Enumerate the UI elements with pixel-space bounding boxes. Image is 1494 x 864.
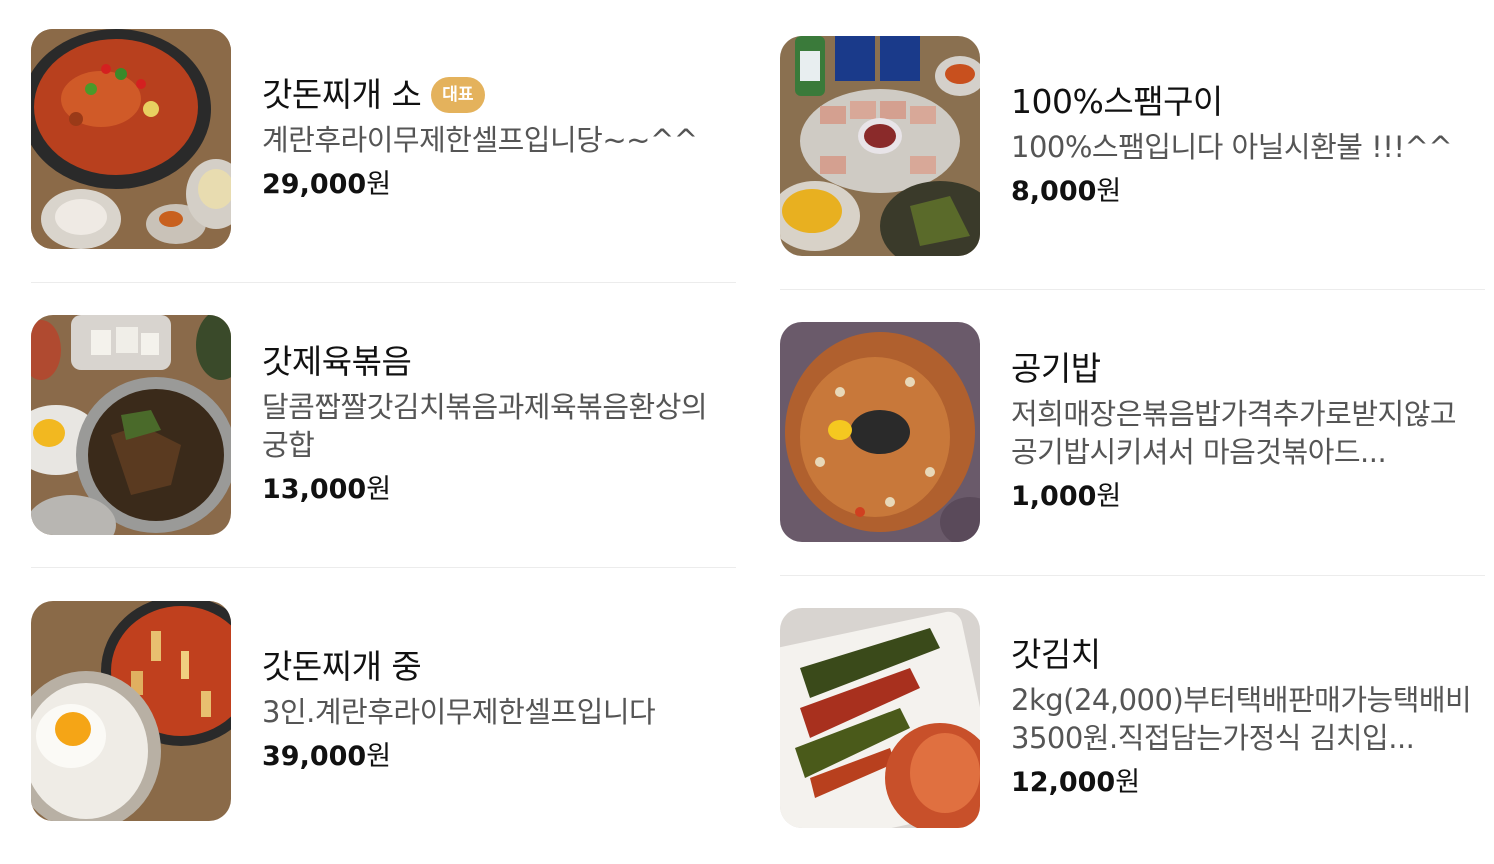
menu-item-name: 갓제육볶음 bbox=[262, 342, 412, 381]
menu-item-description: 달콤짭짤갓김치볶음과제육볶음환상의궁합 bbox=[262, 390, 708, 462]
menu-item[interactable]: 갓돈찌개 소 대표 계란후라이무제한셀프입니당~~^^ 29,000원 bbox=[31, 29, 736, 249]
menu-item-photo bbox=[780, 322, 980, 542]
price-unit: 원 bbox=[366, 169, 392, 200]
menu-item-description: 100%스팸입니다 아닐시환불 !!!^^ bbox=[1011, 130, 1453, 164]
menu-item-photo bbox=[780, 36, 980, 256]
divider bbox=[780, 289, 1485, 290]
divider bbox=[31, 567, 736, 568]
price-value: 8,000 bbox=[1011, 176, 1097, 207]
menu-item-info: 공기밥 저희매장은볶음밥가격추가로받지않고공기밥시키셔서 마음것볶아드... 1… bbox=[1011, 347, 1485, 517]
price-value: 12,000 bbox=[1011, 767, 1116, 798]
price-unit: 원 bbox=[366, 474, 392, 505]
menu-item-photo bbox=[31, 29, 231, 249]
price-value: 29,000 bbox=[262, 169, 367, 200]
menu-item-name: 갓돈찌개 중 bbox=[262, 647, 422, 686]
menu-item-description: 저희매장은볶음밥가격추가로받지않고공기밥시키셔서 마음것볶아드... bbox=[1011, 397, 1457, 469]
menu-item[interactable]: 갓제육볶음 달콤짭짤갓김치볶음과제육볶음환상의궁합 13,000원 bbox=[31, 315, 736, 535]
menu-item[interactable]: 갓돈찌개 중 3인.계란후라이무제한셀프입니다 39,000원 bbox=[31, 601, 736, 821]
menu-item-photo bbox=[780, 608, 980, 828]
price-value: 39,000 bbox=[262, 741, 367, 772]
menu-item-info: 갓김치 2kg(24,000)부터택배판매가능택배비3500원.직접담는가정식 … bbox=[1011, 633, 1485, 803]
price-unit: 원 bbox=[1115, 767, 1141, 798]
menu-item-name: 공기밥 bbox=[1011, 349, 1101, 388]
price-unit: 원 bbox=[1096, 481, 1122, 512]
menu-item-price: 8,000원 bbox=[1011, 172, 1485, 212]
menu-item-name: 갓돈찌개 소 bbox=[262, 75, 422, 114]
menu-item-info: 갓제육볶음 달콤짭짤갓김치볶음과제육볶음환상의궁합 13,000원 bbox=[262, 340, 736, 510]
price-value: 1,000 bbox=[1011, 481, 1097, 512]
menu-item[interactable]: 100%스팸구이 100%스팸입니다 아닐시환불 !!!^^ 8,000원 bbox=[780, 36, 1485, 256]
menu-item[interactable]: 공기밥 저희매장은볶음밥가격추가로받지않고공기밥시키셔서 마음것볶아드... 1… bbox=[780, 322, 1485, 542]
menu-item-description: 3인.계란후라이무제한셀프입니다 bbox=[262, 695, 656, 729]
menu-item-description: 2kg(24,000)부터택배판매가능택배비3500원.직접담는가정식 김치입.… bbox=[1011, 683, 1472, 755]
divider bbox=[780, 575, 1485, 576]
menu-item-name: 100%스팸구이 bbox=[1011, 82, 1223, 121]
menu-item-price: 1,000원 bbox=[1011, 477, 1485, 517]
menu-item-price: 39,000원 bbox=[262, 737, 736, 777]
menu-item-info: 100%스팸구이 100%스팸입니다 아닐시환불 !!!^^ 8,000원 bbox=[1011, 80, 1485, 212]
menu-item-description: 계란후라이무제한셀프입니당~~^^ bbox=[262, 123, 698, 157]
price-value: 13,000 bbox=[262, 474, 367, 505]
price-unit: 원 bbox=[366, 741, 392, 772]
divider bbox=[31, 282, 736, 283]
price-unit: 원 bbox=[1096, 176, 1122, 207]
menu-item-info: 갓돈찌개 중 3인.계란후라이무제한셀프입니다 39,000원 bbox=[262, 645, 736, 777]
representative-badge: 대표 bbox=[431, 77, 485, 113]
menu-item[interactable]: 갓김치 2kg(24,000)부터택배판매가능택배비3500원.직접담는가정식 … bbox=[780, 608, 1485, 828]
menu-item-photo bbox=[31, 601, 231, 821]
menu-item-info: 갓돈찌개 소 대표 계란후라이무제한셀프입니당~~^^ 29,000원 bbox=[262, 73, 736, 205]
menu-item-photo bbox=[31, 315, 231, 535]
menu-item-price: 13,000원 bbox=[262, 470, 736, 510]
menu-item-price: 29,000원 bbox=[262, 165, 736, 205]
menu-item-price: 12,000원 bbox=[1011, 763, 1485, 803]
menu-item-name: 갓김치 bbox=[1011, 635, 1101, 674]
